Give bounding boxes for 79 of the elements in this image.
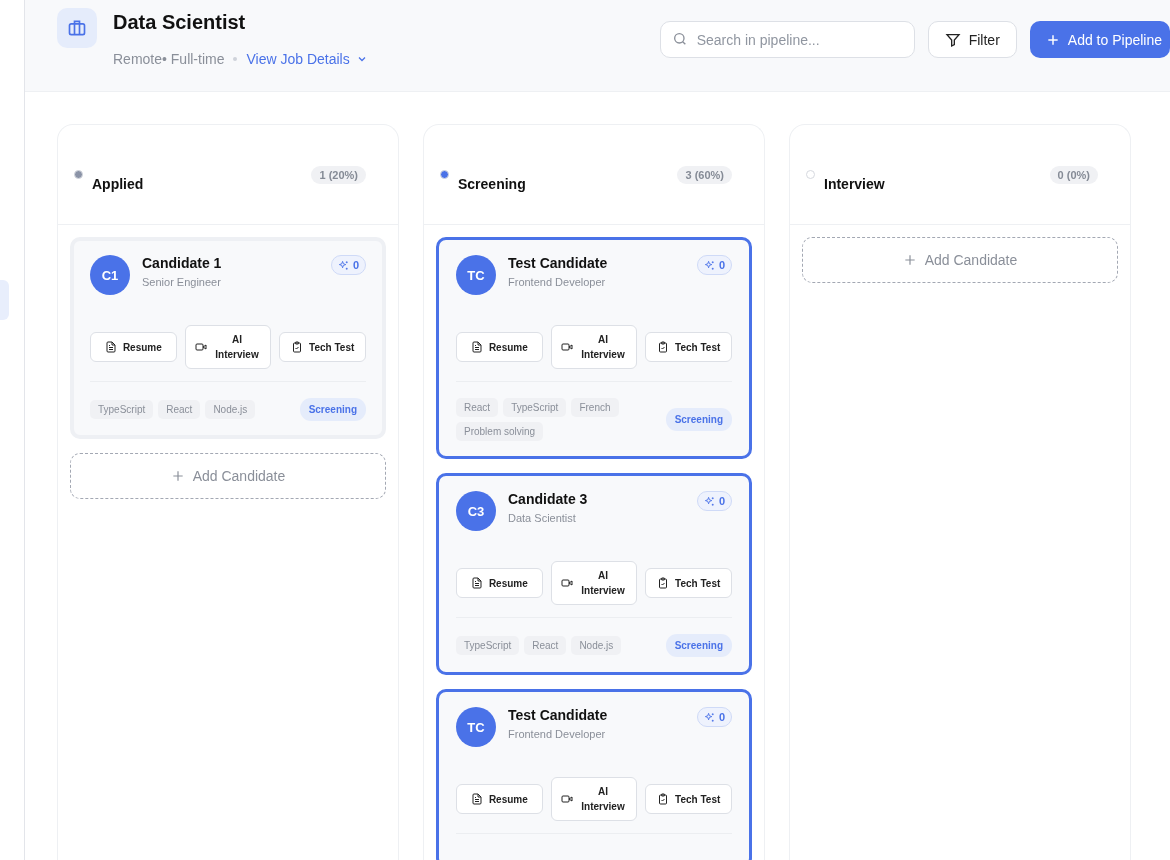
- skill-tag: French: [571, 398, 619, 417]
- score-badge: 0: [696, 255, 732, 275]
- action-button[interactable]: Tech Test: [645, 784, 732, 814]
- candidate-card[interactable]: C1 Candidate 1 Senior Engineer 0 Resume AI Interview Tech Test TypeScript React Node.js Screening: [70, 237, 386, 439]
- candidate-name: Test Candidate: [508, 255, 608, 271]
- document-icon: [470, 577, 483, 589]
- document-icon: [470, 793, 483, 805]
- candidate-card[interactable]: TC Test Candidate Frontend Developer 0 Resume AI Interview Tech Test: [436, 689, 752, 860]
- stage-title: Interview: [824, 176, 885, 192]
- stage-count: 0 (0%): [1049, 166, 1098, 184]
- candidate-role: Data Scientist: [508, 512, 577, 524]
- action-button[interactable]: Resume: [456, 332, 543, 362]
- skill-tag: React: [456, 398, 499, 417]
- job-meta: Remote• Full-time: [113, 51, 225, 67]
- video-camera-icon: [561, 341, 573, 353]
- add-to-pipeline-button[interactable]: Add to Pipeline: [1029, 21, 1170, 58]
- sparkle-icon: [703, 711, 715, 723]
- plus-icon: [170, 469, 185, 483]
- stage-title: Applied: [92, 176, 144, 192]
- skill-tag: TypeScript: [456, 636, 520, 655]
- skill-tag: React: [524, 636, 567, 655]
- action-button[interactable]: Tech Test: [279, 332, 366, 362]
- avatar: C1: [90, 255, 130, 295]
- sparkle-icon: [703, 495, 715, 507]
- video-camera-icon: [561, 577, 573, 589]
- job-details-link[interactable]: View Job Details: [246, 51, 368, 67]
- search-icon: [671, 31, 688, 47]
- skill-tag: React: [158, 400, 201, 419]
- skill-tag: Node.js: [571, 636, 622, 655]
- stage-title: Screening: [458, 176, 526, 192]
- sparkle-icon: [337, 259, 349, 271]
- action-button[interactable]: Resume: [456, 784, 543, 814]
- briefcase-icon: [67, 18, 87, 38]
- candidate-name: Candidate 3: [508, 491, 588, 507]
- action-button[interactable]: AI Interview: [184, 325, 272, 369]
- filter-icon: [944, 31, 961, 48]
- candidate-name: Test Candidate: [508, 707, 608, 723]
- skill-tag: TypeScript: [90, 400, 154, 419]
- avatar: TC: [456, 255, 496, 295]
- score-badge: 0: [330, 255, 366, 275]
- clipboard-check-icon: [657, 793, 670, 805]
- plus-icon: [1045, 32, 1060, 47]
- candidate-role: Frontend Developer: [508, 276, 607, 288]
- score-badge: 0: [696, 707, 732, 727]
- clipboard-check-icon: [657, 577, 670, 589]
- stage-count: 3 (60%): [677, 166, 732, 184]
- score-badge: 0: [696, 491, 732, 511]
- avatar: C3: [456, 491, 496, 531]
- status-badge: Screening: [665, 408, 732, 431]
- skill-tag: Problem solving: [456, 422, 544, 441]
- clipboard-check-icon: [657, 341, 670, 353]
- video-camera-icon: [195, 341, 207, 353]
- candidate-name: Candidate 1: [142, 255, 222, 271]
- action-button[interactable]: Tech Test: [645, 568, 732, 598]
- sparkle-icon: [703, 259, 715, 271]
- plus-icon: [902, 253, 917, 267]
- candidate-role: Senior Engineer: [142, 276, 222, 288]
- skill-tag: Node.js: [205, 400, 256, 419]
- search-field[interactable]: Search in pipeline...: [659, 21, 915, 58]
- stage-count: 1 (20%): [311, 166, 366, 184]
- action-button[interactable]: Resume: [456, 568, 543, 598]
- action-button[interactable]: AI Interview: [550, 561, 638, 605]
- document-icon: [470, 341, 483, 353]
- filter-button[interactable]: Filter: [927, 21, 1017, 58]
- candidate-card[interactable]: TC Test Candidate Frontend Developer 0 Resume AI Interview Tech Test React TypeScript French Problem solving Screening: [436, 237, 752, 459]
- action-button[interactable]: Resume: [90, 332, 177, 362]
- status-badge: Screening: [665, 634, 732, 657]
- action-button[interactable]: AI Interview: [550, 325, 638, 369]
- candidate-card[interactable]: C3 Candidate 3 Data Scientist 0 Resume AI Interview Tech Test TypeScript React Node.js Screening: [436, 473, 752, 675]
- document-icon: [104, 341, 117, 353]
- video-camera-icon: [561, 793, 573, 805]
- status-badge: Screening: [299, 398, 366, 421]
- job-title: Data Scientist: [113, 11, 247, 34]
- avatar: TC: [456, 707, 496, 747]
- skill-tag: TypeScript: [503, 398, 567, 417]
- action-button[interactable]: AI Interview: [550, 777, 638, 821]
- action-button[interactable]: Tech Test: [645, 332, 732, 362]
- candidate-role: Frontend Developer: [508, 728, 607, 740]
- clipboard-check-icon: [291, 341, 304, 353]
